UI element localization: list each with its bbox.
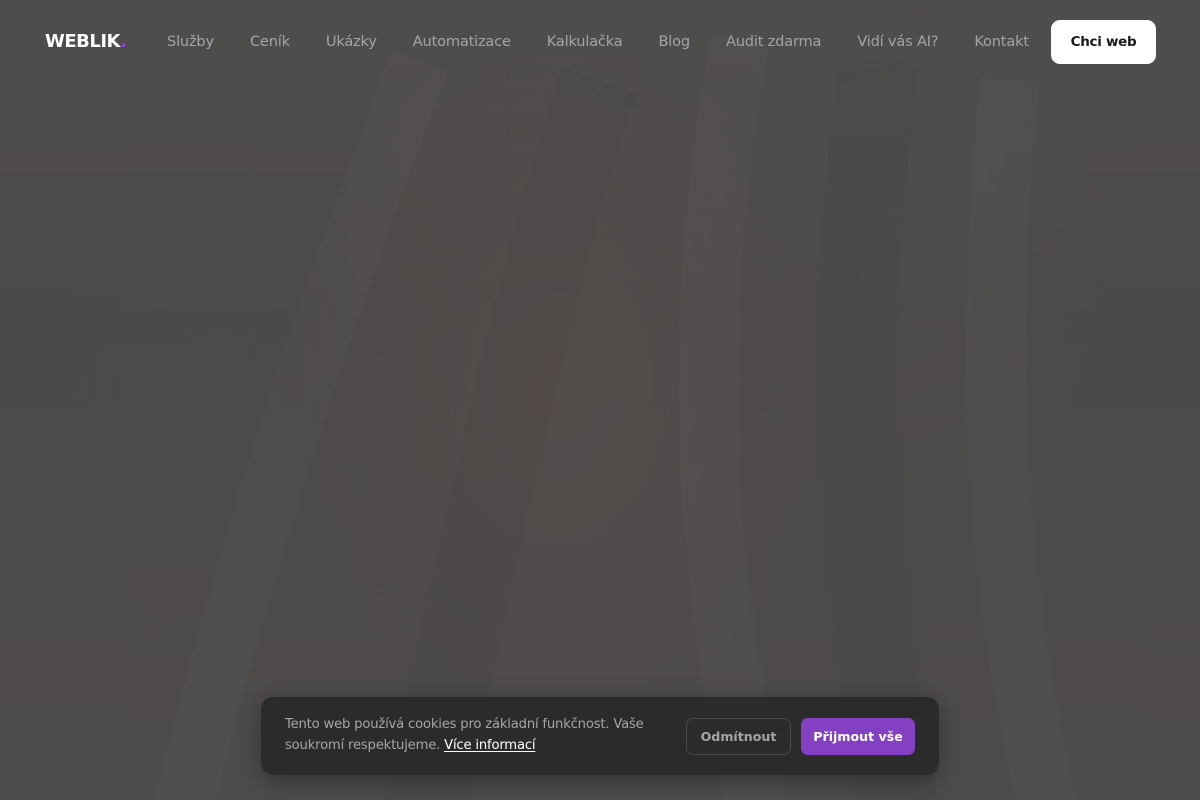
nav-item-automatizace[interactable]: Automatizace [413, 31, 511, 53]
nav-item-cenik[interactable]: Ceník [250, 31, 290, 53]
page: WEBLIK. Služby Ceník Ukázky Automatizace… [0, 0, 1200, 800]
nav-item-audit-zdarma[interactable]: Audit zdarma [726, 31, 821, 53]
cookie-message: Tento web používá cookies pro základní f… [285, 714, 665, 756]
logo-dot: . [120, 31, 127, 52]
decline-cookies-button[interactable]: Odmítnout [686, 718, 791, 755]
main-nav: Služby Ceník Ukázky Automatizace Kalkula… [167, 31, 1029, 53]
hero-dim-overlay [0, 0, 1200, 800]
logo-text: WEBLIK [45, 31, 121, 52]
chci-web-button[interactable]: Chci web [1051, 20, 1156, 64]
nav-item-blog[interactable]: Blog [659, 31, 691, 53]
more-info-link[interactable]: Více informací [444, 738, 535, 753]
accept-all-cookies-button[interactable]: Přijmout vše [801, 718, 915, 755]
nav-item-kalkulacka[interactable]: Kalkulačka [547, 31, 623, 53]
cookie-banner: Tento web používá cookies pro základní f… [261, 697, 939, 775]
nav-item-ukazky[interactable]: Ukázky [326, 31, 377, 53]
nav-item-sluzby[interactable]: Služby [167, 31, 214, 53]
site-header: WEBLIK. Služby Ceník Ukázky Automatizace… [0, 0, 1200, 84]
nav-item-kontakt[interactable]: Kontakt [974, 31, 1029, 53]
weblik-logo[interactable]: WEBLIK. [45, 30, 127, 54]
nav-item-vidi-vas-ai[interactable]: Vidí vás AI? [857, 31, 938, 53]
